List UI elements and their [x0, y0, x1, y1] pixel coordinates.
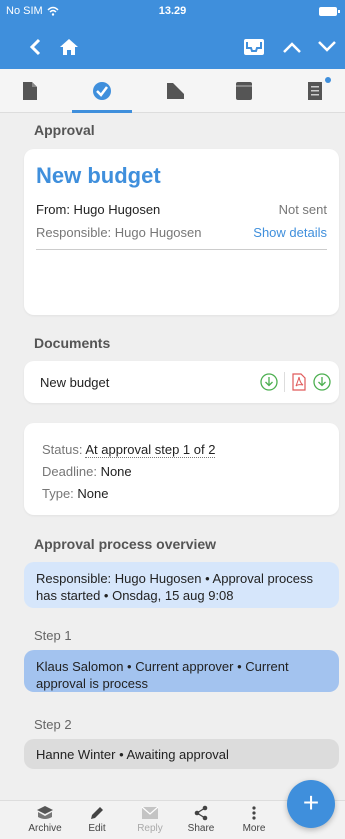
- status-bar: No SIM 13.29: [0, 0, 345, 24]
- tab-notes[interactable]: [285, 69, 345, 113]
- status-card: Status: At approval step 1 of 2 Deadline…: [24, 423, 339, 515]
- document-list-item[interactable]: New budget: [24, 361, 339, 403]
- archive-label: Archive: [28, 823, 62, 834]
- edit-label: Edit: [88, 823, 106, 834]
- sent-status: Not sent: [278, 202, 327, 217]
- deadline-value: None: [100, 464, 132, 479]
- tab-approval[interactable]: [72, 69, 132, 113]
- pencil-icon: [91, 807, 103, 819]
- divider: [36, 249, 327, 250]
- deadline-label: Deadline:: [42, 464, 97, 479]
- more-vertical-icon: [252, 806, 256, 820]
- from-row: From: Hugo Hugosen Not sent: [36, 202, 327, 217]
- top-bar: No SIM 13.29: [0, 0, 345, 69]
- more-label: More: [242, 823, 266, 834]
- archive-box-icon: [236, 82, 252, 100]
- battery-icon: [319, 7, 340, 16]
- chevron-left-icon: [29, 38, 41, 56]
- approval-card: New budget From: Hugo Hugosen Not sent R…: [24, 149, 339, 315]
- more-button[interactable]: More: [229, 803, 279, 834]
- pdf-download-icon[interactable]: [313, 373, 331, 391]
- step-2-label: Step 2: [34, 717, 72, 732]
- tab-folder[interactable]: [145, 69, 205, 113]
- add-button[interactable]: +: [287, 780, 335, 828]
- chevron-up-icon: [283, 42, 301, 53]
- check-circle-icon: [93, 82, 111, 100]
- document-row: New budget: [24, 361, 339, 403]
- approval-section-title: Approval: [34, 122, 95, 138]
- status-row: Status: At approval step 1 of 2: [42, 439, 216, 461]
- status-value[interactable]: At approval step 1 of 2: [85, 442, 216, 458]
- inbox-button[interactable]: [239, 28, 269, 66]
- status-label: Status:: [42, 442, 83, 457]
- tab-bar: [0, 69, 345, 113]
- share-label: Share: [187, 823, 215, 834]
- responsible-text: Responsible: Hugo Hugosen: [36, 225, 202, 240]
- clock: 13.29: [158, 5, 187, 17]
- inbox-icon: [244, 39, 264, 55]
- notes-icon: [308, 82, 322, 100]
- overview-section-title: Approval process overview: [34, 536, 217, 552]
- back-button[interactable]: [20, 28, 50, 66]
- share-button[interactable]: Share: [176, 803, 226, 834]
- folder-icon: [167, 83, 184, 99]
- tab-archive[interactable]: [214, 69, 274, 113]
- step-1-item[interactable]: Klaus Salomon • Current approver • Curre…: [24, 650, 339, 692]
- show-details-link[interactable]: Show details: [253, 225, 327, 240]
- step-1-label: Step 1: [34, 628, 72, 643]
- document-icon: [23, 82, 37, 100]
- archive-button[interactable]: Archive: [20, 803, 70, 834]
- responsible-row: Responsible: Hugo Hugosen Show details: [36, 225, 327, 240]
- download-icon[interactable]: [260, 373, 278, 391]
- deadline-row: Deadline: None: [42, 461, 215, 483]
- notification-dot: [325, 77, 331, 83]
- pdf-icon[interactable]: [291, 373, 307, 391]
- document-actions: [260, 372, 331, 392]
- type-row: Type: None: [42, 483, 215, 505]
- documents-section-title: Documents: [34, 335, 111, 351]
- archive-icon: [37, 806, 53, 819]
- document-name: New budget: [40, 374, 110, 390]
- process-summary: Responsible: Hugo Hugosen • Approval pro…: [24, 562, 339, 608]
- home-icon: [60, 39, 78, 55]
- nav-row: [0, 28, 345, 66]
- edit-button[interactable]: Edit: [72, 803, 122, 834]
- type-value: None: [77, 486, 109, 501]
- from-text: From: Hugo Hugosen: [36, 202, 161, 217]
- next-item-button[interactable]: [312, 28, 342, 66]
- reply-button[interactable]: Reply: [125, 803, 175, 834]
- approval-title: New budget: [36, 163, 161, 188]
- action-separator: [284, 372, 285, 392]
- step-2-item[interactable]: Hanne Winter • Awaiting approval: [24, 739, 339, 769]
- share-icon: [194, 805, 208, 821]
- chevron-down-icon: [318, 41, 336, 52]
- status-details: Status: At approval step 1 of 2 Deadline…: [42, 439, 216, 505]
- tab-document[interactable]: [0, 69, 60, 113]
- previous-item-button[interactable]: [277, 28, 307, 66]
- type-label: Type:: [42, 486, 74, 501]
- reply-label: Reply: [137, 823, 163, 834]
- home-button[interactable]: [54, 28, 84, 66]
- envelope-icon: [141, 806, 159, 819]
